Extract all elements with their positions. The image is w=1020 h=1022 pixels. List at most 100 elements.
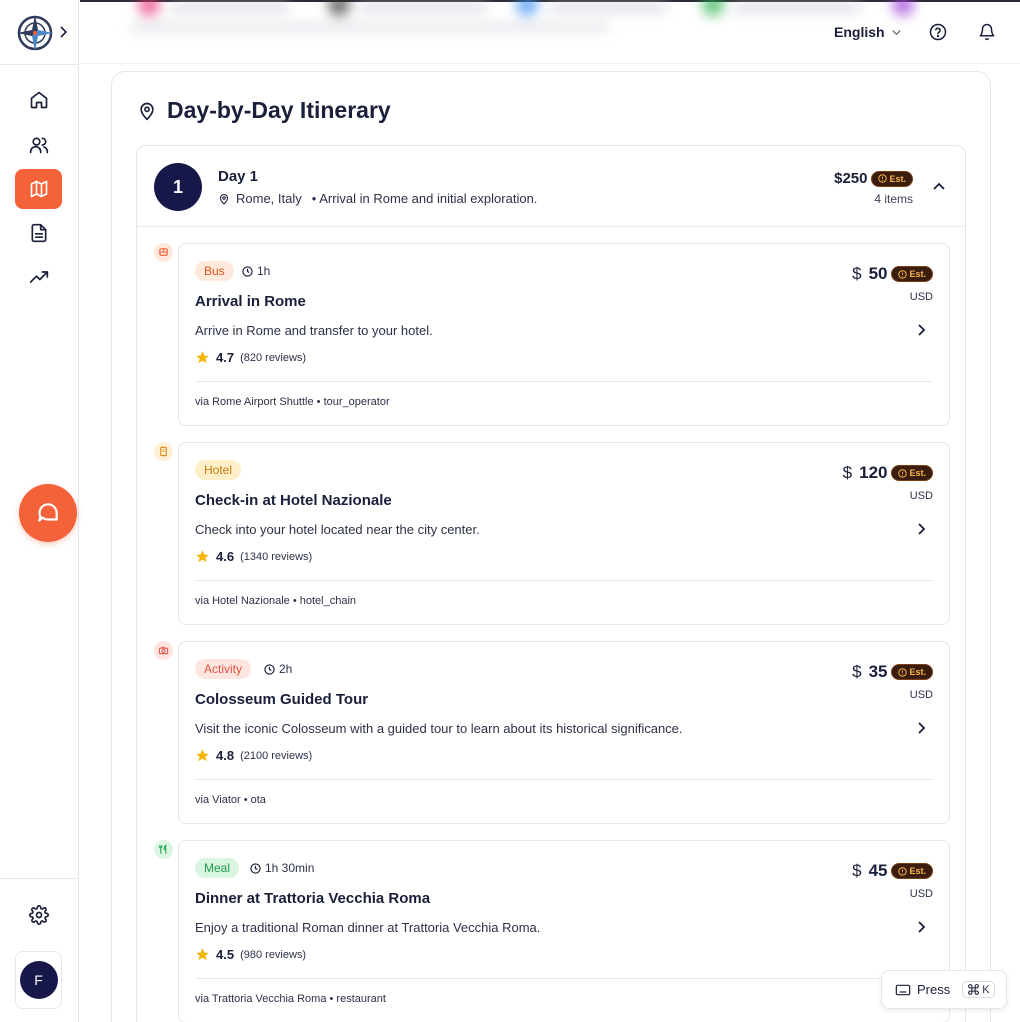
info-icon	[898, 269, 908, 279]
avatar: F	[19, 961, 58, 999]
expand-sidebar-chevron-icon[interactable]	[58, 25, 68, 39]
item-details-button[interactable]	[915, 920, 929, 934]
card-divider	[195, 580, 933, 581]
duration: 2h	[264, 662, 292, 676]
chat-assistant-button[interactable]	[19, 484, 77, 542]
category-tag: Meal	[195, 858, 240, 878]
user-menu[interactable]: F	[15, 951, 62, 1009]
trending-icon	[29, 271, 48, 283]
day-summary: • Arrival in Rome and initial exploratio…	[311, 191, 538, 206]
collapse-day-button[interactable]	[931, 178, 947, 194]
star-icon	[196, 749, 209, 762]
category-tag: Activity	[195, 659, 252, 679]
page-title: Day-by-Day Itinerary	[137, 97, 391, 124]
item-rating: 4.6 (1340 reviews)	[195, 549, 312, 564]
item-price: $ 120 Est.	[843, 463, 933, 483]
language-selector[interactable]: English	[834, 24, 902, 40]
nav-analytics[interactable]	[15, 257, 62, 297]
day-subtitle: Rome, Italy • Arrival in Rome and initia…	[218, 191, 537, 206]
info-icon	[898, 866, 908, 876]
hotel-icon	[154, 442, 173, 461]
keyboard-icon	[895, 984, 911, 995]
item-description: Enjoy a traditional Roman dinner at Trat…	[195, 920, 541, 935]
info-icon	[878, 174, 888, 183]
chevron-right-icon	[918, 523, 926, 535]
chat-bubble-icon	[38, 503, 58, 522]
chevron-up-icon	[933, 182, 945, 190]
estimate-badge: Est.	[891, 863, 933, 879]
item-title: Colosseum Guided Tour	[195, 691, 369, 708]
item-provider: via Trattoria Vecchia Roma • restaurant	[195, 993, 386, 1005]
item-rating: 4.7 (820 reviews)	[195, 350, 306, 365]
itinerary-item-card[interactable]: Meal 1h 30min Dinner at Trattoria Vecchi…	[178, 840, 950, 1022]
sidebar-divider	[0, 64, 79, 65]
item-price: $ 35 Est.	[852, 662, 933, 682]
item-provider: via Viator • ota	[195, 794, 266, 806]
category-tag: Hotel	[195, 460, 242, 480]
info-icon	[898, 468, 908, 478]
day-total-price: $250 Est.	[834, 170, 913, 187]
day-location: Rome, Italy	[236, 191, 302, 206]
nav-home[interactable]	[15, 80, 62, 120]
map-pin-icon	[219, 193, 229, 205]
day-number-badge: 1	[154, 163, 202, 211]
gear-icon	[29, 905, 49, 925]
item-price: $ 45 Est.	[852, 861, 933, 881]
nav-users[interactable]	[15, 125, 62, 165]
item-provider: via Rome Airport Shuttle • tour_operator	[195, 396, 390, 408]
item-provider: via Hotel Nazionale • hotel_chain	[195, 595, 357, 607]
clock-icon	[250, 862, 261, 874]
item-details-button[interactable]	[915, 323, 929, 337]
itinerary-panel: Day-by-Day Itinerary 1 Day 1 Rome, Italy…	[111, 71, 991, 1022]
nav-map[interactable]	[15, 169, 62, 209]
bell-icon	[979, 23, 995, 41]
compass-logo-icon[interactable]	[14, 12, 56, 54]
command-palette-hint[interactable]: Press K	[881, 970, 1007, 1009]
duration: 1h 30min	[250, 861, 314, 875]
bus-icon	[154, 243, 173, 262]
day-items-count: 4 items	[874, 192, 913, 206]
notifications-button[interactable]	[978, 23, 996, 41]
settings-button[interactable]	[27, 903, 51, 927]
day-section: 1 Day 1 Rome, Italy • Arrival in Rome an…	[136, 145, 966, 1022]
press-label: Press	[917, 982, 951, 997]
estimate-badge: Est.	[891, 664, 933, 680]
item-currency: USD	[909, 291, 933, 303]
nav-documents[interactable]	[15, 213, 62, 253]
help-button[interactable]	[929, 23, 947, 41]
help-circle-icon	[929, 23, 947, 41]
users-icon	[29, 137, 48, 154]
item-title: Check-in at Hotel Nazionale	[195, 492, 392, 509]
day-label: Day 1	[218, 168, 259, 185]
itinerary-item-card[interactable]: Activity 2h Colosseum Guided Tour Visit …	[178, 641, 950, 824]
language-label: English	[834, 24, 885, 40]
chevron-right-icon	[918, 921, 926, 933]
star-icon	[196, 351, 209, 364]
duration: 1h	[242, 264, 270, 278]
estimate-badge: Est.	[891, 465, 933, 481]
estimate-badge: Est.	[871, 170, 913, 187]
day-price-value: $250	[834, 170, 868, 187]
item-rating: 4.8 (2100 reviews)	[195, 748, 312, 763]
star-icon	[196, 948, 209, 961]
map-icon	[30, 180, 47, 198]
item-currency: USD	[909, 490, 933, 502]
info-icon	[898, 667, 908, 677]
item-title: Arrival in Rome	[195, 293, 306, 310]
item-currency: USD	[909, 888, 933, 900]
item-description: Visit the iconic Colosseum with a guided…	[195, 721, 683, 736]
chevron-right-icon	[918, 722, 926, 734]
itinerary-item-card[interactable]: Hotel Check-in at Hotel Nazionale Check …	[178, 442, 950, 625]
item-details-button[interactable]	[915, 721, 929, 735]
item-rating: 4.5 (980 reviews)	[195, 947, 306, 962]
sidebar-divider	[0, 878, 79, 879]
clock-icon	[264, 663, 275, 675]
day-header[interactable]: 1 Day 1 Rome, Italy • Arrival in Rome an…	[137, 146, 965, 227]
itinerary-item-card[interactable]: Bus 1h Arrival in Rome Arrive in Rome an…	[178, 243, 950, 426]
item-price: $ 50 Est.	[852, 264, 933, 284]
item-details-button[interactable]	[915, 522, 929, 536]
item-description: Check into your hotel located near the c…	[195, 522, 480, 537]
category-tag: Bus	[195, 261, 234, 281]
command-key-icon	[968, 984, 980, 995]
item-description: Arrive in Rome and transfer to your hote…	[195, 323, 433, 338]
